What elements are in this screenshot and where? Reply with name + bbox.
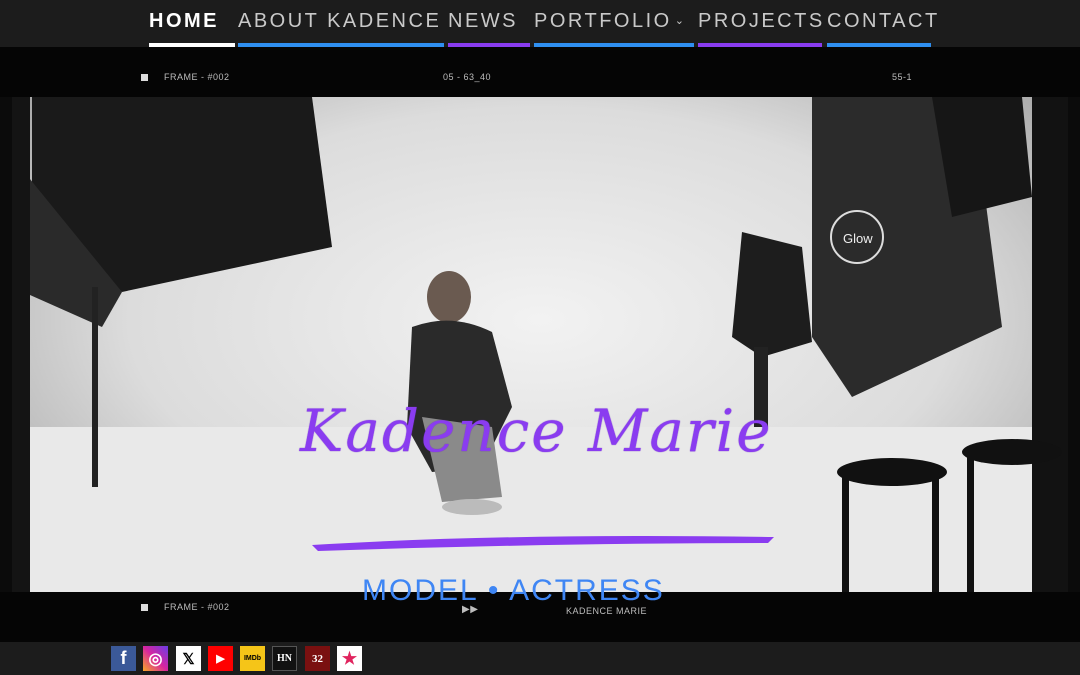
social-footer: f ◎ 𝕏 ▶ IMDb HN 32 ★ [0,642,1080,675]
hero-banner: FRAME - #002 05 - 63_40 55-1 Glow FRAME … [0,47,1080,642]
nav-portfolio-label: PORTFOLIO [534,10,672,32]
nav-about-kadence[interactable]: ABOUT KADENCE [238,10,441,33]
svg-text:Glow: Glow [843,231,873,246]
studio-scene: Glow [12,97,1068,592]
nav-projects[interactable]: PROJECTS [698,10,825,33]
nav-portfolio-underline [534,43,694,47]
top-frame-label: FRAME - #002 [164,72,230,82]
nav-contact[interactable]: CONTACT [827,10,940,33]
studio-photo: Glow [12,97,1068,592]
hn-icon[interactable]: HN [272,646,297,671]
star-icon[interactable]: ★ [337,646,362,671]
nav-home-underline [149,43,235,47]
stage32-icon[interactable]: 32 [305,646,330,671]
instagram-icon[interactable]: ◎ [143,646,168,671]
youtube-icon[interactable]: ▶ [208,646,233,671]
nav-portfolio[interactable]: PORTFOLIO ⌄ [534,10,686,33]
facebook-icon[interactable]: f [111,646,136,671]
frame-marker-icon [141,74,148,81]
nav-home[interactable]: HOME [149,10,219,33]
small-softbox [732,232,812,357]
nav-news-underline [448,43,530,47]
chevron-down-icon: ⌄ [674,15,687,27]
nav-contact-underline [827,43,931,47]
imdb-icon[interactable]: IMDb [240,646,265,671]
x-icon[interactable]: 𝕏 [176,646,201,671]
main-nav: HOME ABOUT KADENCE NEWS PORTFOLIO ⌄ PROJE… [0,0,1080,47]
top-frame-bar: FRAME - #002 05 - 63_40 55-1 [0,47,1080,97]
clip-id: 55-1 [892,72,913,82]
stool-seat [837,458,947,486]
title-brush-underline [312,536,774,551]
nav-projects-underline [698,43,822,47]
timecode: 05 - 63_40 [443,72,492,82]
hero-title: Kadence Marie [300,397,773,465]
nav-news[interactable]: NEWS [448,10,518,33]
nav-about-underline [238,43,444,47]
hero-subtitle: MODEL • ACTRESS [362,574,665,607]
frame-marker-icon [141,604,148,611]
bottom-frame-label: FRAME - #002 [164,602,230,612]
